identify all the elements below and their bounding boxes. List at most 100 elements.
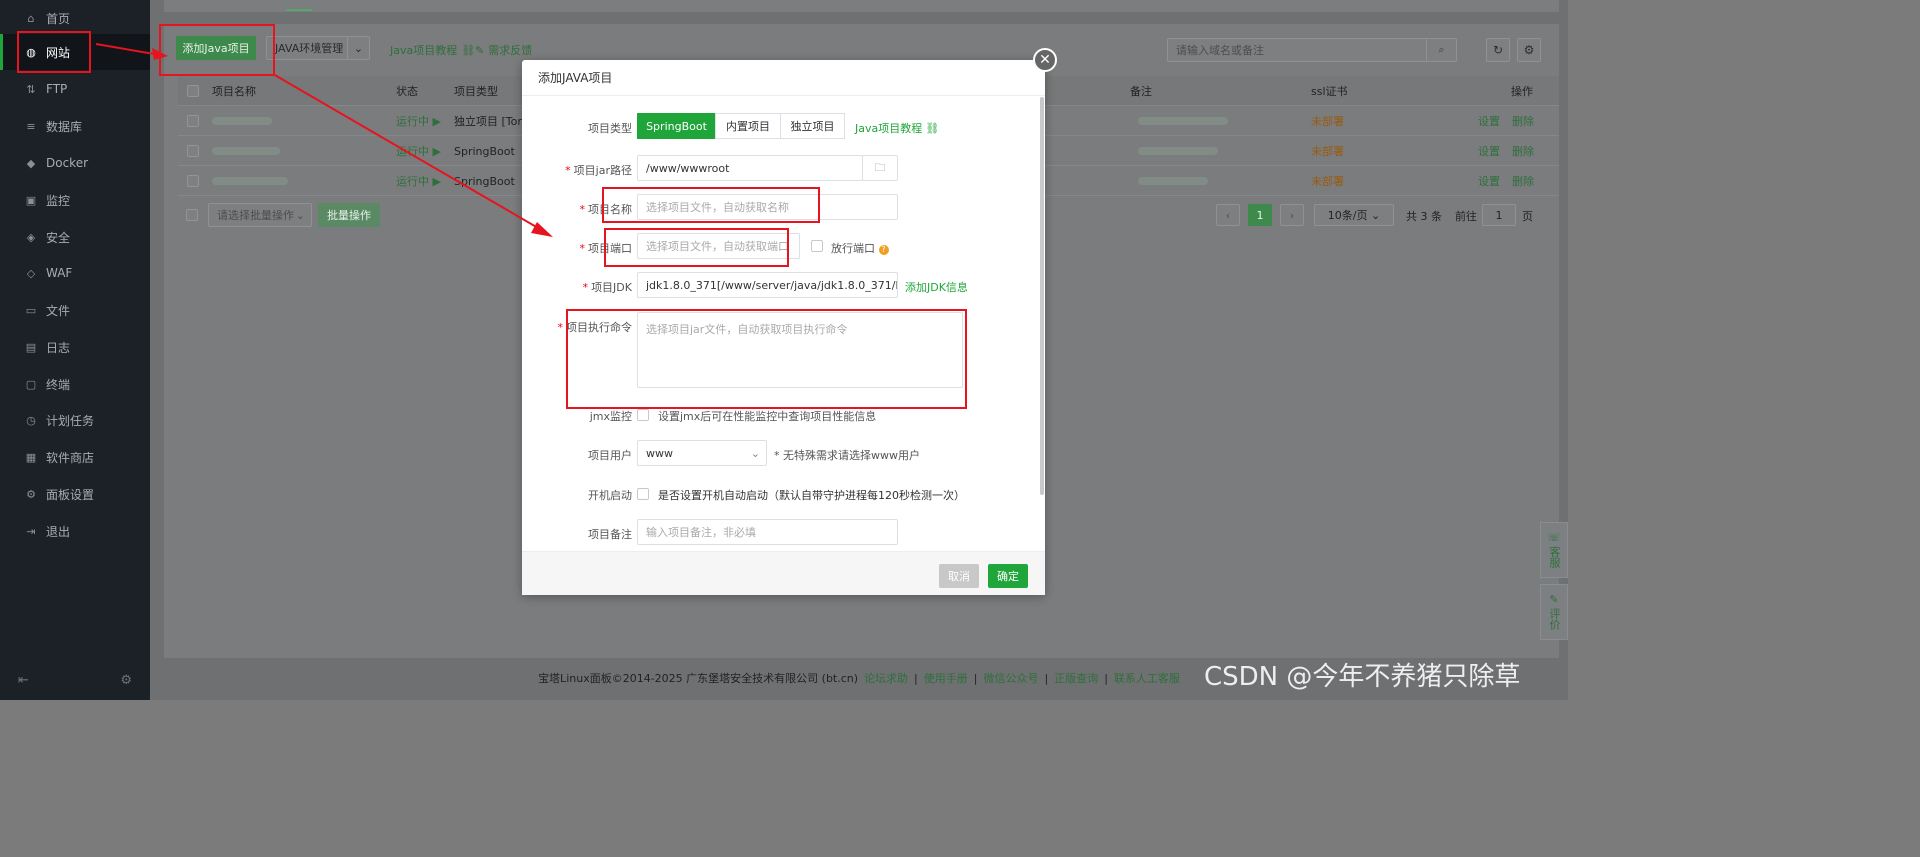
settings-small-icon[interactable]: ⚙ [120,673,132,688]
jar-path-input[interactable]: /www/wwwroot [637,155,863,181]
annotation-box-command [566,309,967,409]
row-status[interactable]: 运行中 ▶ [396,106,441,136]
gear-icon[interactable]: ⚙ [1517,38,1541,62]
next-page-button[interactable]: › [1280,204,1304,226]
sidebar-item-label: 日志 [46,340,71,355]
batch-select[interactable]: 请选择批量操作 ⌄ [208,203,312,227]
row-name[interactable] [212,136,280,166]
type-option-2[interactable]: 独立项目 [780,113,845,139]
batch-select-placeholder: 请选择批量操作 [217,209,294,222]
sidebar-item-3[interactable]: ≡ 数据库 [0,108,150,144]
sidebar-item-12[interactable]: ▦ 软件商店 [0,439,150,475]
chevron-down-icon: ⌄ [1370,208,1381,222]
batch-operate-button[interactable]: 批量操作 [318,203,380,227]
type-option-1[interactable]: 内置项目 [715,113,781,139]
open-port-checkbox[interactable] [811,240,823,252]
prev-page-button[interactable]: ‹ [1216,204,1240,226]
footer-link-forum[interactable]: 论坛求助 [864,670,908,686]
java-tutorial-link[interactable]: Java项目教程 ⛓ [855,120,939,136]
terminal-icon: ▢ [25,377,37,391]
row-ssl[interactable]: 未部署 [1311,166,1344,196]
jdk-label: * 项目JDK [582,281,632,294]
row-delete-link[interactable]: 删除 [1512,136,1534,166]
chevron-down-icon: ⌄ [295,208,305,222]
help-icon[interactable]: ? [878,245,889,255]
cancel-button[interactable]: 取消 [939,564,979,588]
sidebar-item-10[interactable]: ▢ 终端 [0,366,150,402]
row-settings-link[interactable]: 设置 [1478,166,1500,196]
headset-icon: ☏ [1547,530,1561,544]
user-label: 项目用户 [588,449,632,462]
footer-link-support[interactable]: 联系人工客服 [1114,670,1180,686]
goto-label: 前往 [1455,210,1477,223]
batch-checkbox[interactable] [186,209,198,221]
sidebar-item-4[interactable]: ◆ Docker [0,145,150,181]
col-ssl-header: ssl证书 [1311,85,1348,98]
row-delete-link[interactable]: 删除 [1512,166,1534,196]
page-number[interactable]: 1 [1248,204,1272,226]
feedback-link[interactable]: ✎ 需求反馈 [475,42,532,58]
jdk-select[interactable]: jdk1.8.0_371[/www/server/java/jdk1.8.0_3… [637,272,898,298]
user-select[interactable]: www ⌄ [637,440,767,466]
sidebar-item-7[interactable]: ◇ WAF [0,255,150,291]
search-input[interactable]: 请输入域名或备注 ⌕ [1167,38,1457,62]
folder-icon[interactable]: 🗀 [862,155,898,181]
database-icon: ≡ [26,119,36,133]
add-jdk-link[interactable]: 添加JDK信息 [905,279,968,295]
footer-link-verify[interactable]: 正版查询 [1054,670,1098,686]
collapse-icon[interactable]: ⇤ [18,673,29,688]
edit-icon: ✎ [1549,592,1559,606]
footer-link-manual[interactable]: 使用手册 [924,670,968,686]
close-icon[interactable]: ✕ [1033,48,1057,72]
goto-page-input[interactable]: 1 [1482,204,1516,226]
jmx-text: 设置jmx后可在性能监控中查询项目性能信息 [658,410,877,423]
log-icon: ▤ [25,340,37,354]
java-tutorial-link[interactable]: Java项目教程 ⛓ [390,42,475,58]
customer-service-button[interactable]: ☏ 客服 [1540,522,1568,578]
sidebar-item-11[interactable]: ◷ 计划任务 [0,402,150,438]
customer-service-label: 客服 [1548,546,1562,569]
boot-checkbox[interactable] [637,488,649,500]
row-settings-link[interactable]: 设置 [1478,106,1500,136]
col-remark-header: 备注 [1130,85,1152,98]
type-option-0[interactable]: SpringBoot [637,113,716,139]
ftp-icon: ⇅ [26,82,36,96]
sidebar-item-label: FTP [46,82,68,96]
per-page-select[interactable]: 10条/页 ⌄ [1314,204,1394,226]
row-delete-link[interactable]: 删除 [1512,106,1534,136]
footer-link-wechat[interactable]: 微信公众号 [983,670,1038,686]
confirm-button[interactable]: 确定 [988,564,1028,588]
row-checkbox[interactable] [187,115,199,127]
row-name[interactable] [212,106,272,136]
sidebar-item-9[interactable]: ▤ 日志 [0,329,150,365]
watermark-text: CSDN @今年不养猪只除草 [1204,662,1521,692]
tab-strip [164,0,1559,12]
row-status[interactable]: 运行中 ▶ [396,166,441,196]
row-checkbox[interactable] [187,175,199,187]
row-settings-link[interactable]: 设置 [1478,136,1500,166]
refresh-icon[interactable]: ↻ [1486,38,1510,62]
sidebar-item-5[interactable]: ▣ 监控 [0,182,150,218]
shield-icon: ◈ [26,230,36,244]
dialog-scrollbar[interactable] [1040,97,1044,495]
search-icon[interactable]: ⌕ [1426,39,1456,61]
sidebar-item-8[interactable]: ▭ 文件 [0,292,150,328]
row-checkbox[interactable] [187,145,199,157]
boot-text: 是否设置开机自动启动（默认自带守护进程每120秒检测一次） [658,489,965,502]
row-status[interactable]: 运行中 ▶ [396,136,441,166]
sidebar-item-label: 退出 [46,524,71,539]
remark-input[interactable]: 输入项目备注，非必填 [637,519,898,545]
total-count: 共 3 条 [1406,210,1442,223]
java-env-dropdown[interactable]: JAVA环境管理 ⌄ [266,36,370,60]
jmx-checkbox[interactable] [637,409,649,421]
review-button[interactable]: ✎ 评价 [1540,584,1568,640]
sidebar-item-2[interactable]: ⇅ FTP [0,71,150,107]
sidebar-item-13[interactable]: ⚙ 面板设置 [0,476,150,512]
sidebar-item-6[interactable]: ◈ 安全 [0,219,150,255]
row-ssl[interactable]: 未部署 [1311,106,1344,136]
sidebar-item-14[interactable]: ⇥ 退出 [0,513,150,549]
row-ssl[interactable]: 未部署 [1311,136,1344,166]
row-name[interactable] [212,166,288,196]
row-remark [1138,106,1228,136]
select-all-checkbox[interactable] [187,85,199,97]
